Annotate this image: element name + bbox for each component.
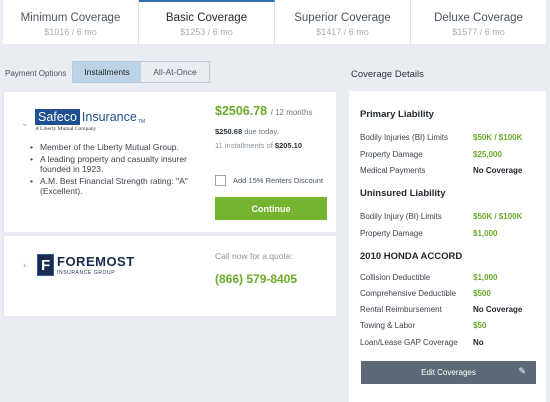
- detail-row: Comprehensive Deductible $500: [360, 289, 535, 298]
- edit-coverages-button[interactable]: Edit Coverages ✎: [361, 361, 536, 384]
- detail-row: Property Damage $25,000: [360, 150, 535, 159]
- list-item: A.M. Best Financial Strength rating: "A"…: [30, 176, 205, 197]
- phone-number[interactable]: (866) 579-8405: [215, 272, 297, 286]
- renters-discount-label: Add 15% Renters Discount: [233, 176, 324, 185]
- detail-label: Bodily Injury (BI) Limits: [360, 212, 442, 221]
- detail-row: Towing & Labor $50: [360, 321, 535, 330]
- detail-row: Bodily Injury (BI) Limits $50K / $100K: [360, 212, 535, 221]
- tab-name: Superior Coverage: [294, 12, 391, 24]
- foremost-logo-subtitle: INSURANCE GROUP: [57, 269, 116, 276]
- checkbox-icon[interactable]: [215, 175, 226, 186]
- detail-value: No Coverage: [473, 166, 523, 175]
- section-heading: Primary Liability: [360, 109, 434, 120]
- detail-value: $50: [473, 321, 487, 330]
- detail-label: Bodily Injuries (BI) Limits: [360, 133, 449, 142]
- detail-row: Rental Reimbursement No Coverage: [360, 305, 535, 314]
- tab-name: Minimum Coverage: [20, 12, 121, 24]
- foremost-badge-icon: F: [37, 254, 54, 276]
- quote-price-period: / 12 months: [270, 108, 313, 117]
- foremost-badge-letter: F: [41, 257, 51, 274]
- safeco-logo-subtitle: A Liberty Mutual Company: [35, 126, 97, 132]
- detail-value: $25,000: [473, 150, 502, 159]
- list-item: A leading property and casualty insurer …: [30, 154, 205, 175]
- installments-info: 11 installments of $205.10: [215, 141, 302, 150]
- detail-value: No Coverage: [473, 305, 523, 314]
- installments-option[interactable]: Installments: [73, 62, 141, 82]
- tab-price: $1577 / 6 mo: [452, 27, 505, 37]
- tab-minimum-coverage[interactable]: Minimum Coverage $1016 / 6 mo: [3, 0, 139, 44]
- detail-value: $1,000: [473, 229, 498, 238]
- detail-row: Collision Deductible $1,000: [360, 273, 535, 282]
- detail-label: Comprehensive Deductible: [360, 289, 457, 298]
- coverage-tabs: Minimum Coverage $1016 / 6 mo Basic Cove…: [3, 0, 546, 44]
- detail-value: No: [473, 338, 484, 347]
- detail-label: Property Damage: [360, 150, 423, 159]
- safeco-logo-box: Safeco: [35, 109, 80, 125]
- tab-name: Basic Coverage: [165, 12, 248, 24]
- quote-card-safeco: ⌄ Safeco Insurance TM A Liberty Mutual C…: [3, 92, 336, 232]
- installments-amount: $205.10: [274, 141, 303, 150]
- detail-value: $1,000: [473, 273, 498, 282]
- detail-label: Rental Reimbursement: [360, 305, 442, 314]
- coverage-details-panel: Primary Liability Bodily Injuries (BI) L…: [349, 91, 546, 402]
- section-heading: Uninsured Liability: [360, 188, 446, 199]
- detail-label: Towing & Labor: [360, 321, 416, 330]
- continue-button[interactable]: Continue: [215, 197, 327, 220]
- renters-discount[interactable]: Add 15% Renters Discount: [215, 175, 323, 186]
- safeco-logo-tm: TM: [137, 119, 146, 125]
- list-item: Member of the Liberty Mutual Group.: [30, 142, 205, 153]
- due-today-amount: $250.68: [215, 127, 243, 136]
- foremost-logo-name: FOREMOST: [57, 253, 135, 269]
- tab-basic-coverage[interactable]: Basic Coverage $1253 / 6 mo: [139, 0, 275, 44]
- chevron-down-icon[interactable]: ⌄: [21, 118, 29, 129]
- all-at-once-option[interactable]: All-At-Once: [141, 62, 209, 82]
- detail-row: Medical Payments No Coverage: [360, 166, 535, 175]
- detail-value: $50K / $100K: [473, 212, 523, 221]
- tab-deluxe-coverage[interactable]: Deluxe Coverage $1577 / 6 mo: [411, 0, 546, 44]
- detail-label: Property Damage: [360, 229, 423, 238]
- chevron-right-icon[interactable]: ›: [23, 260, 26, 270]
- safeco-logo-word: Insurance: [81, 110, 137, 124]
- detail-row: Property Damage $1,000: [360, 229, 535, 238]
- due-today: $250.68 due today.: [215, 127, 279, 136]
- tab-price: $1253 / 6 mo: [180, 27, 233, 37]
- tab-price: $1417 / 6 mo: [316, 27, 369, 37]
- detail-label: Medical Payments: [360, 166, 426, 175]
- call-label: Call now for a quote:: [215, 251, 293, 261]
- detail-value: $500: [473, 289, 491, 298]
- tab-price: $1016 / 6 mo: [44, 27, 97, 37]
- tab-name: Deluxe Coverage: [434, 12, 523, 24]
- foremost-logo: F FOREMOST INSURANCE GROUP: [37, 254, 135, 276]
- pencil-icon: ✎: [518, 366, 526, 376]
- detail-row: Bodily Injuries (BI) Limits $50K / $100K: [360, 133, 535, 142]
- detail-value: $50K / $100K: [473, 133, 523, 142]
- detail-label: Collision Deductible: [360, 273, 431, 282]
- edit-coverages-label: Edit Coverages: [421, 368, 476, 377]
- detail-row: Loan/Lease GAP Coverage No: [360, 338, 535, 347]
- due-today-label: due today.: [244, 127, 279, 136]
- quote-price-amount: $2506.78: [215, 104, 268, 118]
- payment-options-toggle: Installments All-At-Once: [72, 61, 210, 83]
- section-heading: 2010 HONDA ACCORD: [360, 251, 463, 262]
- installments-label: 11 installments of: [215, 141, 273, 150]
- detail-label: Loan/Lease GAP Coverage: [360, 338, 458, 347]
- tab-superior-coverage[interactable]: Superior Coverage $1417 / 6 mo: [275, 0, 411, 44]
- payment-options-label: Payment Options: [5, 69, 67, 78]
- quote-card-foremost: › F FOREMOST INSURANCE GROUP Call now fo…: [3, 236, 336, 316]
- insurer-highlights: Member of the Liberty Mutual Group. A le…: [30, 142, 205, 198]
- coverage-details-title: Coverage Details: [351, 69, 424, 80]
- safeco-logo: Safeco Insurance TM: [35, 109, 145, 125]
- quote-price: $2506.78 / 12 months: [215, 104, 312, 118]
